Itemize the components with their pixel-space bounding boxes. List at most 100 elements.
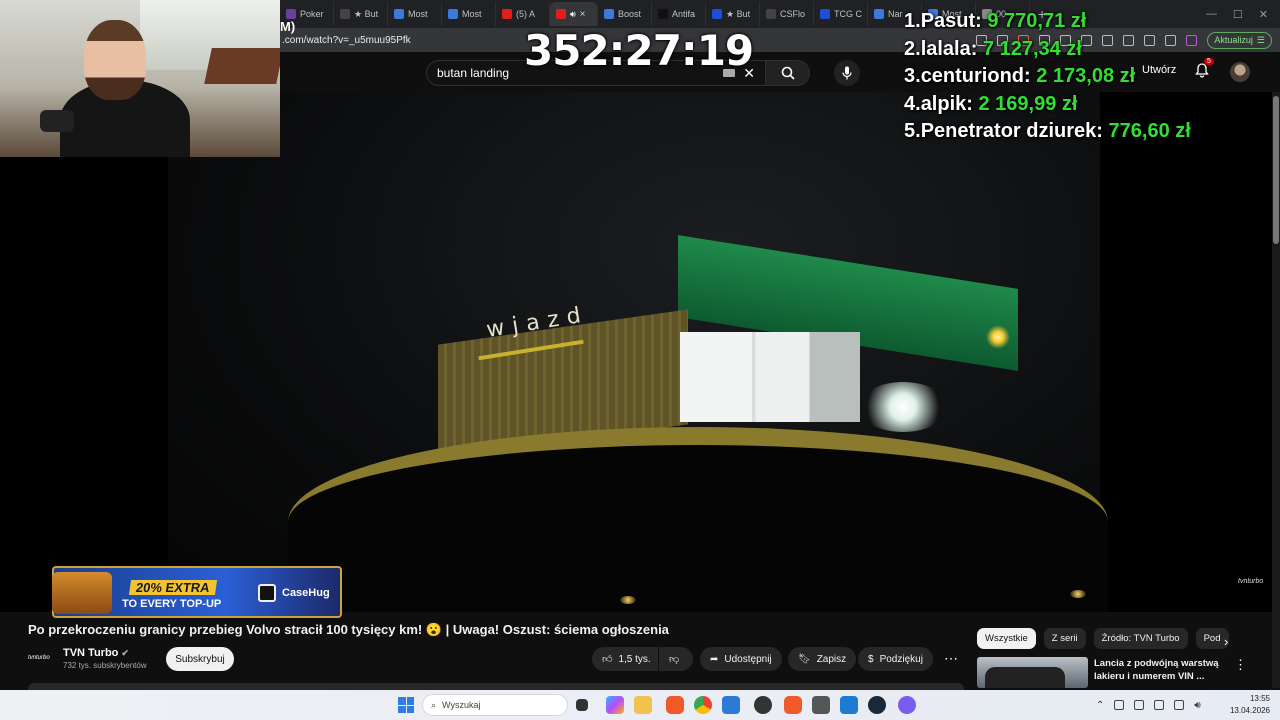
microphone-icon bbox=[40, 110, 74, 132]
search-button[interactable] bbox=[766, 60, 810, 86]
system-clock[interactable]: 13:55 13.04.2026 bbox=[1226, 693, 1270, 717]
tab-favicon-icon bbox=[394, 9, 404, 19]
leaderboard-rank: 5. bbox=[904, 120, 921, 142]
close-tab-icon[interactable]: × bbox=[580, 9, 586, 20]
tray-app-icon[interactable] bbox=[1114, 700, 1125, 710]
clock-date: 13.04.2026 bbox=[1229, 706, 1270, 715]
browser-tab[interactable]: (5) A bbox=[496, 2, 550, 26]
page-scrollbar[interactable] bbox=[1272, 92, 1280, 688]
thumbs-up-icon: 👍︎ bbox=[602, 654, 613, 665]
filter-chip[interactable]: Wszystkie bbox=[977, 628, 1036, 649]
ground-light bbox=[1070, 590, 1086, 598]
filter-chip[interactable]: Z serii bbox=[1043, 628, 1086, 649]
browser-tab[interactable]: TCG C bbox=[814, 2, 868, 26]
share-button[interactable]: ➦ Udostępnij bbox=[700, 647, 782, 671]
vscode-icon[interactable] bbox=[840, 696, 858, 714]
taskbar-search-input[interactable]: ⌕ Wyszukaj bbox=[422, 694, 568, 716]
leaderboard-row: 1.Pasut: 9 770,71 zł bbox=[904, 8, 1276, 36]
tab-favicon-icon bbox=[766, 9, 776, 19]
browser-tab[interactable]: Most bbox=[442, 2, 496, 26]
thumbs-down-icon: 👎︎ bbox=[669, 654, 680, 665]
kebab-menu-icon[interactable]: ⋮ bbox=[1234, 657, 1247, 673]
chrome-icon[interactable] bbox=[694, 696, 712, 714]
url-field[interactable]: .com/watch?v=_u5muu95Pfk bbox=[280, 35, 411, 46]
ad-subline: TO EVERY TOP-UP bbox=[122, 598, 222, 610]
recommended-video-title[interactable]: Lancia z podwójną warstwą lakieru i nume… bbox=[1094, 657, 1222, 683]
subscriber-count: 732 tys. subskrybentów bbox=[63, 661, 147, 670]
leaderboard-rank: 4. bbox=[904, 92, 921, 115]
clock-time: 13:55 bbox=[1249, 694, 1270, 703]
leaderboard-row: 3.centuriond: 2 173,08 zł bbox=[904, 63, 1276, 91]
ground-light bbox=[620, 596, 636, 604]
webcam-person-head bbox=[84, 20, 146, 100]
share-label: Udostępnij bbox=[724, 653, 772, 665]
voice-search-button[interactable] bbox=[834, 60, 860, 86]
tab-label: TCG C bbox=[834, 9, 862, 19]
brave-browser-icon[interactable] bbox=[666, 696, 684, 714]
channel-avatar[interactable]: tvnturbo bbox=[28, 648, 54, 668]
task-view-icon[interactable] bbox=[576, 699, 588, 711]
browser-tab[interactable]: ★ But bbox=[706, 2, 760, 26]
tray-app-icon[interactable] bbox=[1134, 700, 1145, 710]
leaderboard-rank: 1. bbox=[904, 10, 921, 32]
leaderboard-name: Penetrator dziurek: bbox=[920, 120, 1103, 142]
calculator-icon[interactable] bbox=[812, 696, 830, 714]
chevron-right-icon[interactable]: › bbox=[1224, 634, 1228, 649]
browser-tab[interactable]: 🔊︎ × bbox=[550, 2, 598, 26]
browser-tab[interactable]: ★ But bbox=[334, 2, 388, 26]
leaderboard-name: centuriond: bbox=[920, 65, 1031, 87]
leaderboard-rank: 3. bbox=[904, 65, 921, 87]
recommended-video-thumbnail[interactable] bbox=[977, 657, 1088, 688]
tab-favicon-icon bbox=[340, 9, 350, 19]
windows-taskbar: ⌕ Wyszukaj ⌃ 🔊︎ 13:55 13.04.2026 bbox=[0, 690, 1280, 720]
store-icon[interactable] bbox=[722, 696, 740, 714]
chevron-up-icon[interactable]: ⌃ bbox=[1096, 700, 1104, 711]
leaderboard-row: 4.alpik: 2 169,99 zł bbox=[904, 91, 1276, 119]
steam-icon[interactable] bbox=[868, 696, 886, 714]
discord-icon[interactable] bbox=[898, 696, 916, 714]
save-button[interactable]: 🔖︎ Zapisz bbox=[788, 647, 857, 671]
leaderboard-row: 2.lalala: 7 127,34 zł bbox=[904, 36, 1276, 64]
thanks-icon: $ bbox=[868, 653, 874, 665]
subscribe-button[interactable]: Subskrybuj bbox=[166, 647, 234, 671]
tab-label: Poker bbox=[300, 9, 324, 19]
speaker-icon[interactable]: 🔊︎ bbox=[570, 9, 576, 20]
leaderboard-amount: 2 173,08 zł bbox=[1036, 65, 1136, 87]
browser-tab[interactable]: CSFlo bbox=[760, 2, 814, 26]
tray-app-icon[interactable] bbox=[1154, 700, 1165, 710]
street-lamp bbox=[986, 325, 1010, 349]
ad-headline: 20% EXTRA bbox=[128, 580, 217, 595]
app-icon[interactable] bbox=[754, 696, 772, 714]
channel-name[interactable]: TVN Turbo ✔ bbox=[63, 647, 129, 659]
tab-label: Most bbox=[408, 9, 428, 19]
video-player[interactable]: wjazd tvnturbo bbox=[0, 92, 1272, 612]
tab-label: CSFlo bbox=[780, 9, 806, 19]
channel-logo-text: tvnturbo bbox=[28, 655, 50, 661]
filter-chip[interactable]: Źródło: TVN Turbo bbox=[1093, 628, 1188, 649]
more-actions-icon[interactable]: ⋯ bbox=[944, 650, 958, 667]
windows-start-icon[interactable] bbox=[398, 697, 414, 713]
description-box[interactable] bbox=[28, 683, 964, 690]
tab-favicon-icon bbox=[712, 9, 722, 19]
browser-tab[interactable]: Antifa bbox=[652, 2, 706, 26]
browser-tab[interactable]: Most bbox=[388, 2, 442, 26]
brave-browser-icon[interactable] bbox=[784, 696, 802, 714]
tab-favicon-icon bbox=[448, 9, 458, 19]
copilot-icon[interactable] bbox=[606, 696, 624, 714]
volume-icon[interactable]: 🔊︎ bbox=[1194, 700, 1200, 711]
system-tray: ⌃ 🔊︎ bbox=[1096, 690, 1201, 720]
like-button[interactable]: 👍︎ 1,5 tys. bbox=[592, 647, 658, 671]
dislike-button[interactable]: 👎︎ bbox=[659, 647, 693, 671]
file-explorer-icon[interactable] bbox=[634, 696, 652, 714]
leaderboard-amount: 7 127,34 zł bbox=[982, 37, 1082, 60]
tab-label: Antifa bbox=[672, 9, 696, 19]
search-query: butan landing bbox=[437, 66, 510, 80]
video-frame: wjazd bbox=[168, 92, 1108, 612]
leaderboard-row: 5.Penetrator dziurek: 776,60 zł bbox=[904, 118, 1276, 146]
browser-tab[interactable]: Boost bbox=[598, 2, 652, 26]
monitor-icon[interactable] bbox=[1174, 700, 1185, 710]
leaderboard-amount: 2 169,99 zł bbox=[978, 92, 1078, 115]
tab-label: Boost bbox=[618, 9, 642, 19]
thanks-button[interactable]: $ Podziękuj bbox=[858, 647, 933, 671]
tab-favicon-icon bbox=[286, 9, 296, 19]
